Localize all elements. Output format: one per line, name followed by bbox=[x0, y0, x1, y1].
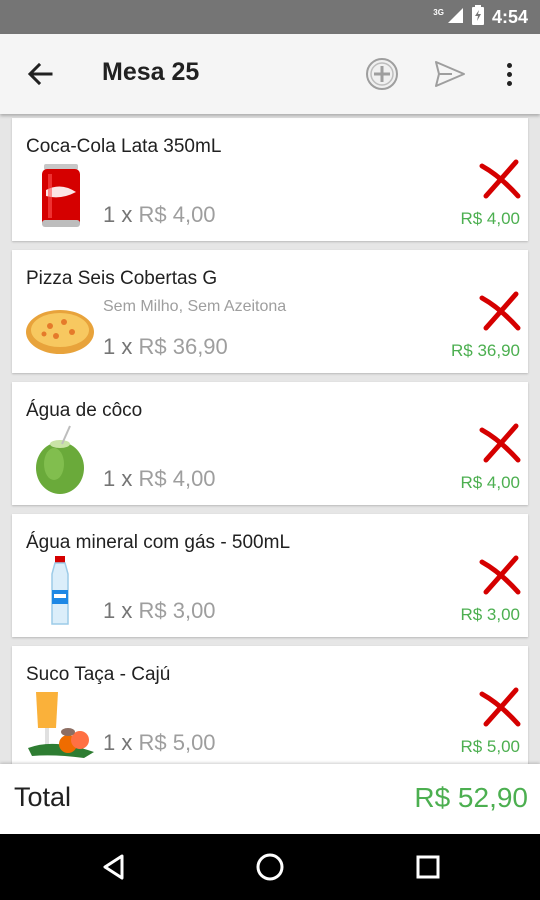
item-total: R$ 4,00 bbox=[460, 209, 520, 228]
network-type-label: 3G bbox=[433, 7, 444, 17]
item-name: Suco Taça - Cajú bbox=[26, 664, 171, 685]
item-name: Água mineral com gás - 500mL bbox=[26, 532, 291, 553]
close-icon bbox=[479, 159, 521, 199]
order-item-card[interactable]: Suco Taça - Cajú 1 x R$ 5,00 R$ 5,00 bbox=[12, 646, 528, 764]
system-nav-bar bbox=[0, 834, 540, 900]
dot-icon bbox=[506, 62, 512, 68]
arrow-left-icon bbox=[27, 62, 53, 86]
order-item-card[interactable]: Água mineral com gás - 500mL 1 x R$ 3,00… bbox=[12, 514, 528, 637]
nav-home-button[interactable] bbox=[252, 849, 288, 885]
total-label: Total bbox=[14, 782, 72, 812]
page-title: Mesa 25 bbox=[102, 58, 200, 86]
order-item-list[interactable]: Coca-Cola Lata 350mL 1 x R$ 4,00 R$ 4,00… bbox=[0, 114, 540, 764]
order-item-card[interactable]: Água de côco 1 x R$ 4,00 R$ 4,00 bbox=[12, 382, 528, 505]
item-name: Água de côco bbox=[26, 400, 143, 421]
add-circle-icon bbox=[366, 58, 398, 90]
item-unit-price: R$ 36,90 bbox=[138, 334, 228, 359]
pizza-icon bbox=[24, 292, 96, 364]
item-unit-price: R$ 5,00 bbox=[138, 730, 216, 755]
soda-can-icon bbox=[24, 160, 96, 232]
item-quantity-price: 1 x R$ 5,00 bbox=[103, 730, 216, 756]
item-name: Coca-Cola Lata 350mL bbox=[26, 136, 222, 157]
item-quantity: 1 x bbox=[103, 466, 133, 491]
water-bottle-icon bbox=[24, 556, 96, 628]
item-observation: Sem Milho, Sem Azeitona bbox=[103, 298, 287, 315]
close-icon bbox=[479, 687, 521, 727]
signal-icon bbox=[446, 6, 464, 29]
item-total: R$ 4,00 bbox=[460, 473, 520, 492]
overflow-menu-button[interactable] bbox=[496, 56, 522, 92]
triangle-back-icon bbox=[103, 854, 124, 880]
order-total-bar: Total R$ 52,90 bbox=[0, 764, 540, 834]
item-quantity: 1 x bbox=[103, 598, 133, 623]
status-time: 4:54 bbox=[491, 6, 528, 27]
total-value: R$ 52,90 bbox=[414, 782, 528, 813]
close-icon bbox=[479, 291, 521, 331]
coconut-icon bbox=[24, 424, 96, 496]
back-button[interactable] bbox=[20, 56, 60, 92]
square-recents-icon bbox=[416, 855, 440, 879]
item-quantity: 1 x bbox=[103, 334, 133, 359]
order-item-card[interactable]: Coca-Cola Lata 350mL 1 x R$ 4,00 R$ 4,00 bbox=[12, 118, 528, 241]
item-quantity-price: 1 x R$ 36,90 bbox=[103, 334, 228, 360]
send-icon bbox=[435, 61, 465, 87]
remove-item-button[interactable] bbox=[478, 158, 522, 200]
send-order-button[interactable] bbox=[432, 56, 468, 92]
remove-item-button[interactable] bbox=[478, 290, 522, 332]
item-quantity-price: 1 x R$ 4,00 bbox=[103, 466, 216, 492]
item-unit-price: R$ 4,00 bbox=[138, 202, 216, 227]
close-icon bbox=[479, 555, 521, 595]
nav-recents-button[interactable] bbox=[410, 849, 446, 885]
juice-glass-icon bbox=[24, 688, 96, 760]
status-bar: 3G 4:54 bbox=[0, 0, 540, 34]
item-quantity: 1 x bbox=[103, 730, 133, 755]
add-item-button[interactable] bbox=[364, 56, 400, 92]
battery-icon bbox=[471, 4, 484, 30]
remove-item-button[interactable] bbox=[478, 554, 522, 596]
item-name: Pizza Seis Cobertas G bbox=[26, 268, 218, 289]
item-quantity-price: 1 x R$ 3,00 bbox=[103, 598, 216, 624]
order-item-card[interactable]: Pizza Seis Cobertas G Sem Milho, Sem Aze… bbox=[12, 250, 528, 373]
item-unit-price: R$ 3,00 bbox=[138, 598, 216, 623]
item-total: R$ 5,00 bbox=[460, 737, 520, 756]
app-bar: Mesa 25 bbox=[0, 34, 540, 114]
dot-icon bbox=[506, 71, 512, 77]
circle-home-icon bbox=[256, 853, 284, 881]
item-total: R$ 3,00 bbox=[460, 605, 520, 624]
close-icon bbox=[479, 423, 521, 463]
nav-back-button[interactable] bbox=[96, 849, 132, 885]
remove-item-button[interactable] bbox=[478, 422, 522, 464]
item-unit-price: R$ 4,00 bbox=[138, 466, 216, 491]
remove-item-button[interactable] bbox=[478, 686, 522, 728]
item-quantity-price: 1 x R$ 4,00 bbox=[103, 202, 216, 228]
dot-icon bbox=[506, 80, 512, 86]
item-total: R$ 36,90 bbox=[451, 341, 520, 360]
item-quantity: 1 x bbox=[103, 202, 133, 227]
